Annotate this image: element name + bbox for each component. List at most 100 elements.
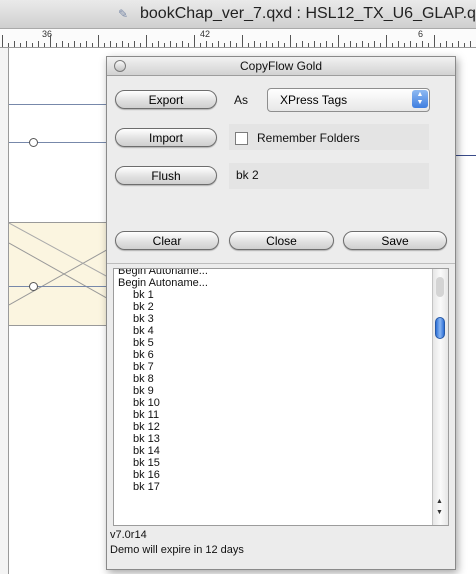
ruler-tick: [206, 41, 207, 47]
log-scrollbar[interactable]: ▲ ▼: [432, 269, 448, 525]
ruler-tick: [470, 41, 471, 47]
ruler-tick: [194, 35, 195, 47]
ruler-tick: [8, 43, 9, 47]
ruler-tick: [344, 43, 345, 47]
horizontal-ruler[interactable]: 36 42 6: [0, 29, 476, 48]
flush-button[interactable]: Flush: [115, 166, 217, 185]
ruler-tick: [50, 35, 51, 47]
ruler-tick: [146, 35, 147, 47]
ruler-tick: [464, 43, 465, 47]
ruler-tick: [428, 43, 429, 47]
ruler-tick: [200, 43, 201, 47]
scroll-up-arrow-icon[interactable]: ▲: [436, 498, 443, 506]
ruler-tick: [284, 43, 285, 47]
log-line: Begin Autoname...: [118, 277, 208, 289]
log-line: bk 7: [133, 361, 154, 373]
ruler-tick: [362, 41, 363, 47]
select-arrows-icon: ▲ ▼: [412, 90, 428, 108]
ruler-tick: [44, 43, 45, 47]
ruler-tick: [320, 43, 321, 47]
scroll-down-arrow-icon[interactable]: ▼: [436, 509, 443, 517]
ruler-tick: [404, 43, 405, 47]
ruler-tick: [398, 41, 399, 47]
import-button[interactable]: Import: [115, 128, 217, 147]
ruler-number: 42: [200, 29, 211, 39]
ruler-tick: [350, 41, 351, 47]
ruler-tick: [110, 41, 111, 47]
selection-handle[interactable]: [29, 138, 38, 147]
ruler-tick: [230, 41, 231, 47]
ruler-tick: [446, 41, 447, 47]
ruler-tick: [326, 41, 327, 47]
picture-box-cross: [8, 222, 120, 306]
log-line: bk 8: [133, 373, 154, 385]
ruler-tick: [416, 43, 417, 47]
ruler-tick: [92, 43, 93, 47]
ruler-tick: [290, 35, 291, 47]
log-line: bk 11: [133, 409, 160, 421]
ruler-tick: [266, 41, 267, 47]
ruler-tick: [272, 43, 273, 47]
ruler-tick: [434, 35, 435, 47]
log-lines: Begin Autoname... Begin Autoname... bk 1…: [118, 269, 418, 493]
ruler-number: 6: [418, 29, 424, 39]
ruler-tick: [368, 43, 369, 47]
log-line: bk 16: [133, 469, 160, 481]
log-line: bk 12: [133, 421, 160, 433]
remember-folders-checkbox[interactable]: [235, 132, 248, 145]
ruler-tick: [164, 43, 165, 47]
close-button[interactable]: Close: [229, 231, 334, 250]
as-label: As: [234, 93, 249, 107]
log-text-area[interactable]: Begin Autoname... Begin Autoname... bk 1…: [113, 268, 449, 526]
log-line: bk 5: [133, 337, 154, 349]
flush-field: bk 2: [229, 163, 429, 189]
picture-box[interactable]: [8, 222, 120, 326]
ruler-tick: [62, 41, 63, 47]
ruler-tick: [308, 43, 309, 47]
ruler-tick: [116, 43, 117, 47]
remember-folders-label: Remember Folders: [257, 131, 360, 145]
ruler-tick: [158, 41, 159, 47]
ruler-tick: [128, 43, 129, 47]
ruler-tick: [104, 43, 105, 47]
log-line: bk 9: [133, 385, 154, 397]
ruler-tick: [440, 43, 441, 47]
clear-button[interactable]: Clear: [115, 231, 219, 250]
document-title-bar[interactable]: ✎ bookChap_ver_7.qxd : HSL12_TX_U6_GLAP.…: [0, 0, 476, 29]
export-format-value: XPress Tags: [280, 93, 348, 107]
ruler-tick: [236, 43, 237, 47]
export-button[interactable]: Export: [115, 90, 217, 109]
ruler-tick: [170, 41, 171, 47]
guide-line: [9, 286, 109, 287]
ruler-tick: [224, 43, 225, 47]
selection-handle[interactable]: [29, 282, 38, 291]
ruler-tick: [212, 43, 213, 47]
log-line: bk 4: [133, 325, 154, 337]
ruler-tick: [14, 41, 15, 47]
save-button[interactable]: Save: [343, 231, 447, 250]
log-line: bk 15: [133, 457, 160, 469]
ruler-tick: [152, 43, 153, 47]
export-format-select[interactable]: XPress Tags ▲ ▼: [267, 88, 430, 112]
flush-value: bk 2: [236, 168, 259, 182]
ruler-tick: [254, 41, 255, 47]
ruler-tick: [68, 43, 69, 47]
ruler-tick: [98, 35, 99, 47]
copyflow-gold-palette: CopyFlow Gold Export As XPress Tags ▲ ▼ I…: [106, 56, 456, 570]
ruler-tick: [458, 41, 459, 47]
ruler-tick: [32, 43, 33, 47]
ruler-tick: [122, 41, 123, 47]
scroll-thumb[interactable]: [435, 317, 445, 339]
ruler-tick: [86, 41, 87, 47]
palette-title-bar[interactable]: CopyFlow Gold: [107, 57, 455, 76]
palette-title: CopyFlow Gold: [239, 59, 323, 73]
document-icon: ✎: [118, 7, 129, 21]
scroll-track: [436, 277, 444, 297]
ruler-tick: [314, 41, 315, 47]
log-line: bk 6: [133, 349, 154, 361]
ruler-tick: [2, 35, 3, 47]
ruler-tick: [218, 41, 219, 47]
ruler-tick: [260, 43, 261, 47]
divider: [107, 263, 455, 264]
ruler-tick: [26, 41, 27, 47]
